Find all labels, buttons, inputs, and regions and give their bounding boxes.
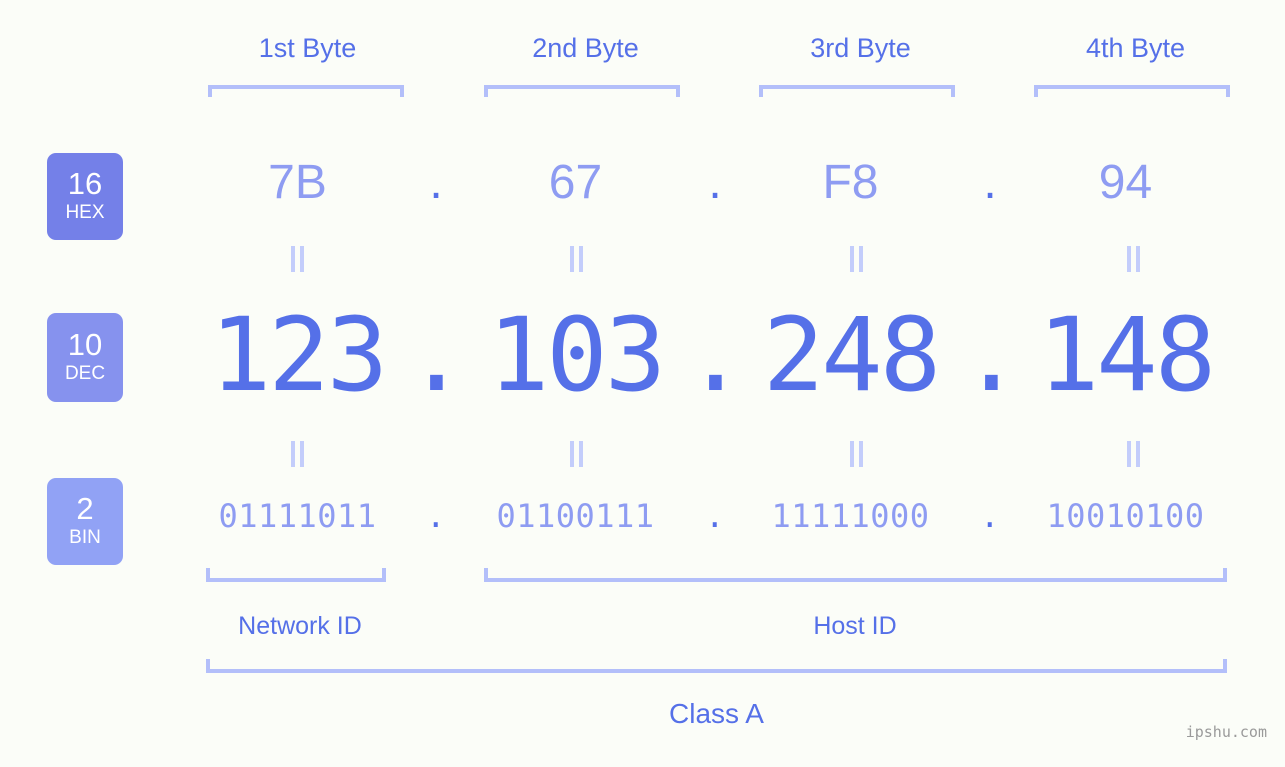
equals-mark-hex-dec-2 — [567, 246, 585, 272]
base-badge-dec-radix: 10 — [67, 327, 103, 363]
host-id-label: Host ID — [813, 612, 897, 640]
byte-bracket-top-3 — [759, 85, 955, 97]
hex-byte-2: 67 — [548, 156, 603, 209]
bin-byte-1: 01111011 — [218, 497, 377, 535]
dec-separator-3: . — [960, 296, 1022, 415]
hex-separator-2: . — [708, 156, 722, 209]
bin-byte-2: 01100111 — [496, 497, 655, 535]
base-badge-dec-name: DEC — [64, 362, 106, 384]
byte-bracket-top-1 — [208, 85, 404, 97]
base-badge-dec: 10 DEC — [47, 313, 123, 402]
dec-byte-1: 123 — [209, 296, 388, 415]
hex-byte-3: F8 — [822, 156, 879, 209]
byte-bracket-top-4 — [1034, 85, 1230, 97]
host-id-bracket — [484, 568, 1227, 582]
hex-byte-4: 94 — [1098, 156, 1153, 209]
base-badge-bin-name: BIN — [69, 526, 101, 548]
site-watermark: ipshu.com — [1185, 723, 1267, 741]
byte-header-4: 4th Byte — [1085, 33, 1186, 63]
hex-separator-1: . — [429, 156, 443, 209]
equals-mark-dec-bin-2 — [567, 441, 585, 467]
bin-separator-2: . — [705, 497, 725, 535]
bin-byte-4: 10010100 — [1046, 497, 1205, 535]
base-badge-hex-name: HEX — [65, 201, 105, 223]
dec-separator-1: . — [405, 296, 467, 415]
class-label: Class A — [669, 698, 764, 729]
equals-mark-dec-bin-3 — [847, 441, 865, 467]
base-badge-hex: 16 HEX — [47, 153, 123, 240]
bin-byte-3: 11111000 — [771, 497, 930, 535]
ip-address-breakdown-diagram: 1st Byte 2nd Byte 3rd Byte 4th Byte 16 H… — [0, 0, 1285, 767]
base-badge-bin: 2 BIN — [47, 478, 123, 565]
byte-bracket-top-2 — [484, 85, 680, 97]
dec-byte-4: 148 — [1037, 296, 1216, 415]
dec-byte-2: 103 — [487, 296, 666, 415]
dec-separator-2: . — [684, 296, 746, 415]
network-id-label: Network ID — [238, 612, 362, 640]
bin-separator-3: . — [980, 497, 1000, 535]
network-id-bracket — [206, 568, 386, 582]
byte-header-3: 3rd Byte — [810, 33, 911, 63]
hex-separator-3: . — [983, 156, 997, 209]
base-badge-bin-radix: 2 — [76, 491, 94, 527]
class-bracket — [206, 659, 1227, 673]
equals-mark-hex-dec-3 — [847, 246, 865, 272]
base-badge-hex-radix: 16 — [67, 166, 103, 202]
equals-mark-hex-dec-1 — [288, 246, 306, 272]
byte-header-1: 1st Byte — [258, 33, 357, 63]
equals-mark-dec-bin-4 — [1124, 441, 1142, 467]
equals-mark-dec-bin-1 — [288, 441, 306, 467]
equals-mark-hex-dec-4 — [1124, 246, 1142, 272]
bin-separator-1: . — [426, 497, 446, 535]
dec-byte-3: 248 — [762, 296, 941, 415]
byte-header-2: 2nd Byte — [532, 33, 639, 63]
hex-byte-1: 7B — [268, 156, 327, 209]
